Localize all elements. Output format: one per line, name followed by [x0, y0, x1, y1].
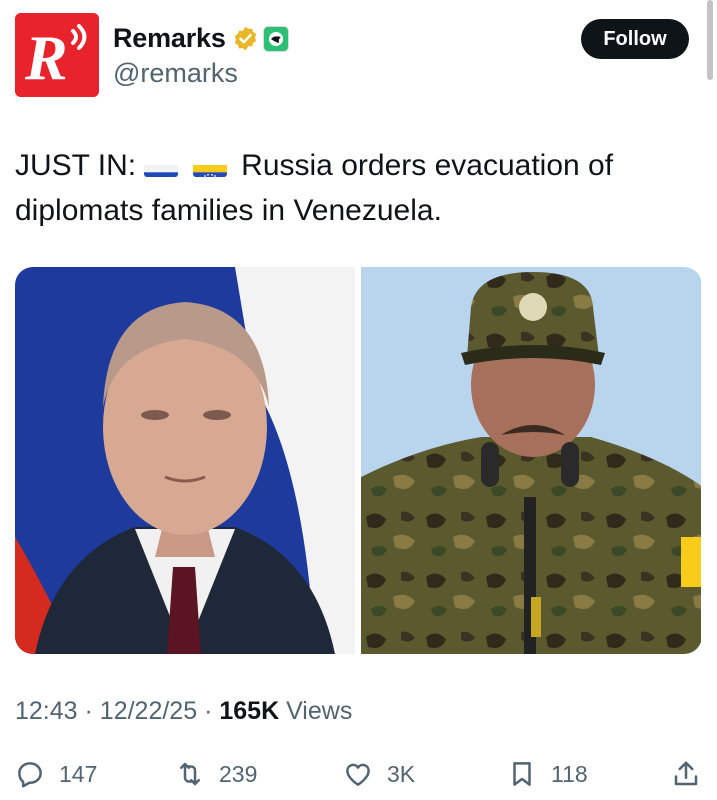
tweet-header: R Remarks @remarks Follow [15, 13, 705, 99]
author-name[interactable]: Remarks [113, 23, 226, 54]
share-button[interactable] [671, 752, 701, 796]
tweet-meta: 12:43 · 12/22/25 · 165K Views [15, 697, 353, 725]
reply-button[interactable]: 147 [15, 752, 97, 796]
author-name-row: Remarks [113, 23, 289, 54]
tweet-time[interactable]: 12:43 [15, 697, 78, 725]
repost-button[interactable]: 239 [175, 752, 257, 796]
follow-button[interactable]: Follow [581, 19, 689, 59]
like-count: 3K [387, 760, 416, 787]
bookmark-button[interactable]: 118 [507, 752, 588, 796]
tweet-text: JUST IN: Russia orders evacuation of dip… [15, 143, 705, 233]
views-label: Views [286, 697, 353, 725]
share-icon [674, 761, 698, 786]
photo-man-military-cap[interactable] [361, 267, 701, 654]
media-grid [15, 267, 702, 654]
venezuela-flag-icon [192, 155, 227, 177]
reply-count: 147 [59, 760, 98, 787]
repost-icon [180, 762, 200, 786]
action-bar: 147 239 3K 118 [15, 752, 705, 796]
author-handle[interactable]: @remarks [113, 58, 238, 89]
affiliate-badge-icon[interactable] [262, 25, 289, 52]
tweet-date[interactable]: 12/22/25 [100, 697, 197, 725]
repost-count: 239 [219, 760, 258, 787]
svg-text:R: R [24, 22, 68, 93]
verified-badge-icon [234, 26, 256, 51]
russia-flag-icon [144, 155, 179, 177]
photo-man-suit[interactable] [15, 267, 355, 654]
bookmark-icon [513, 762, 531, 786]
scrollbar[interactable] [707, 0, 713, 80]
reply-icon [18, 762, 42, 788]
tweet-prefix: JUST IN: [15, 149, 137, 182]
avatar[interactable]: R [15, 13, 99, 97]
heart-icon [346, 763, 370, 786]
remarks-logo-icon: R [15, 13, 99, 97]
like-button[interactable]: 3K [343, 752, 415, 796]
bookmark-count: 118 [551, 760, 588, 787]
views-count: 165K [219, 697, 280, 725]
